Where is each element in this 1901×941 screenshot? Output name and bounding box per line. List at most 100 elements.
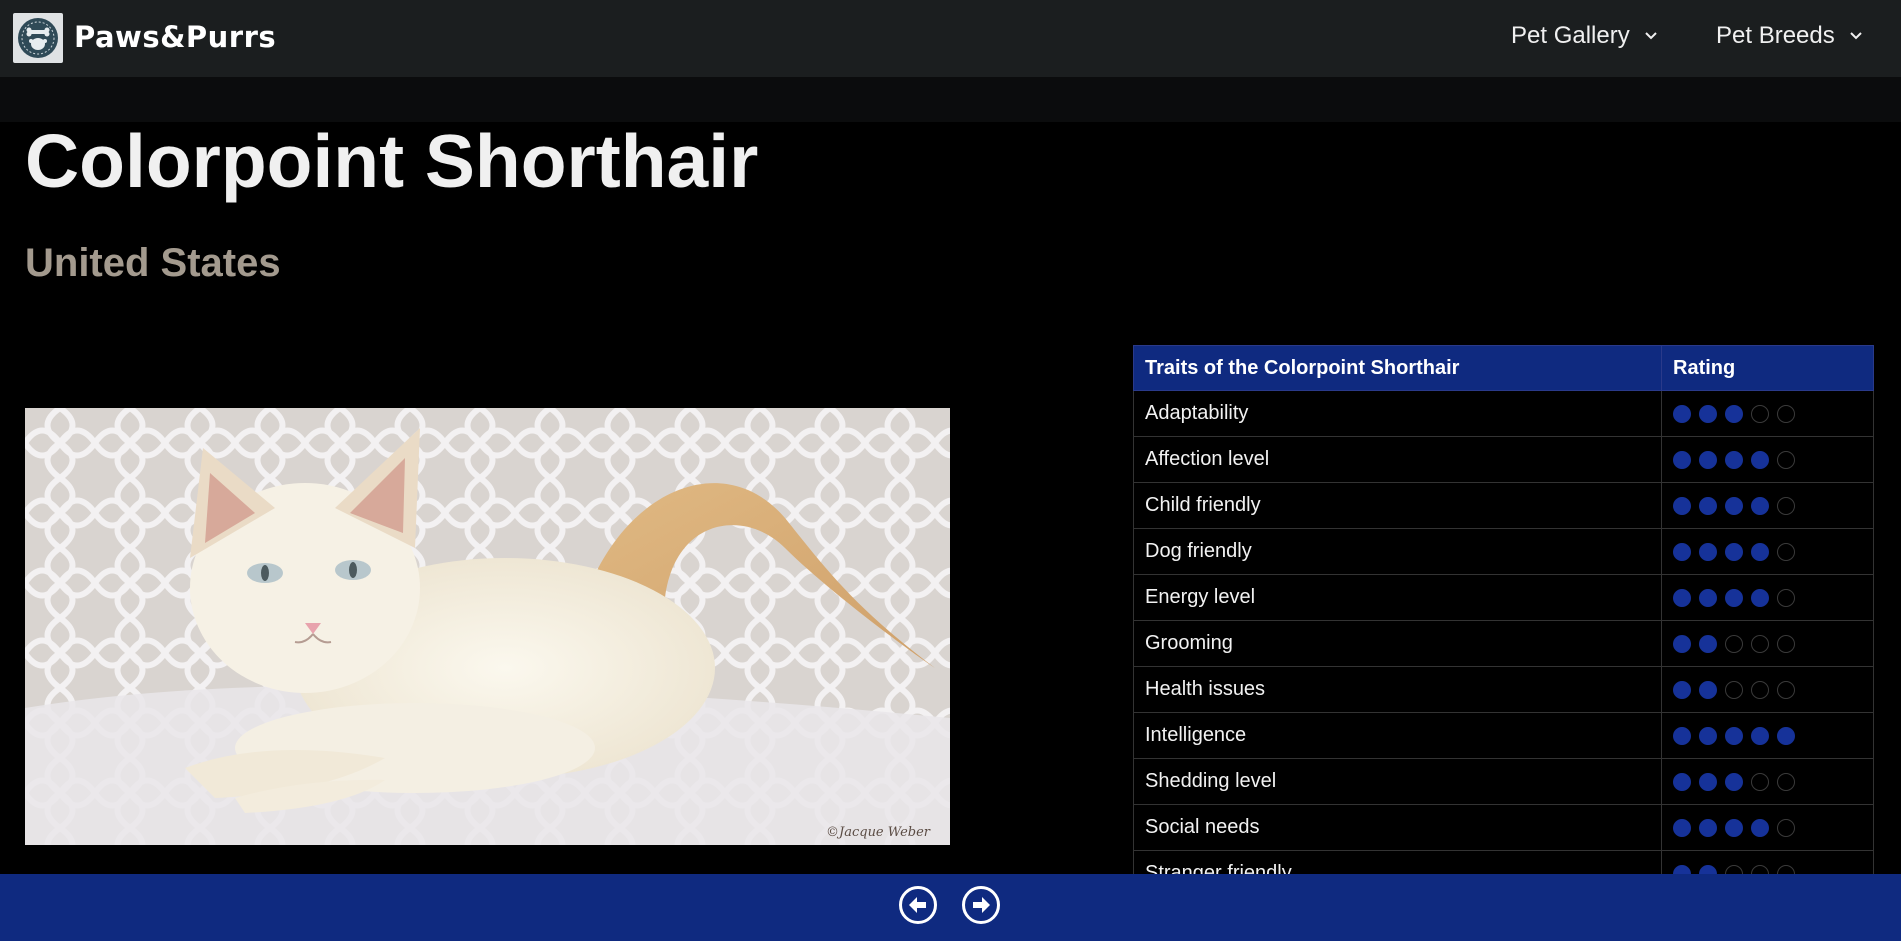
rating-dot-filled [1725, 588, 1743, 607]
menu-pet-breeds-label: Pet Breeds [1716, 22, 1835, 49]
rating-dot-empty [1751, 772, 1769, 791]
rating-dots [1673, 680, 1862, 699]
rating-dot-filled [1673, 634, 1691, 653]
rating-dot-empty [1777, 680, 1795, 699]
rating-dot-empty [1777, 542, 1795, 561]
rating-dot-filled [1673, 818, 1691, 837]
rating-dot-filled [1751, 496, 1769, 515]
rating-dot-filled [1673, 680, 1691, 699]
rating-dot-filled [1699, 726, 1717, 745]
rating-dot-filled [1673, 772, 1691, 791]
traits-table: Traits of the Colorpoint Shorthair Ratin… [1133, 345, 1874, 897]
trait-rating [1661, 758, 1874, 805]
rating-dot-filled [1725, 542, 1743, 561]
photo-credit: ©Jacque Weber [826, 825, 931, 840]
page-title: Colorpoint Shorthair [25, 119, 759, 203]
rating-dot-filled [1699, 496, 1717, 515]
rating-dot-filled [1725, 772, 1743, 791]
next-button[interactable] [962, 886, 1000, 924]
arrow-left-circle-icon [909, 897, 926, 913]
rating-dot-empty [1777, 588, 1795, 607]
rating-dot-filled [1673, 450, 1691, 469]
rating-dot-filled [1725, 450, 1743, 469]
rating-dot-empty [1751, 680, 1769, 699]
breed-origin: United States [25, 241, 281, 285]
menu-pet-gallery-label: Pet Gallery [1511, 22, 1630, 49]
rating-dot-filled [1699, 588, 1717, 607]
trait-name: Social needs [1133, 804, 1662, 851]
rating-dots [1673, 496, 1862, 515]
trait-name: Health issues [1133, 666, 1662, 713]
rating-dots [1673, 634, 1862, 653]
arrow-right-circle-icon [973, 897, 990, 913]
rating-dot-filled [1673, 726, 1691, 745]
rating-dots [1673, 404, 1862, 423]
trait-rating [1661, 436, 1874, 483]
traits-column-header: Traits of the Colorpoint Shorthair [1133, 345, 1662, 391]
rating-dot-empty [1777, 772, 1795, 791]
chevron-down-icon [1849, 31, 1863, 41]
rating-column-header: Rating [1661, 345, 1874, 391]
sub-header-bar [0, 77, 1901, 122]
rating-dot-filled [1673, 542, 1691, 561]
rating-dot-filled [1673, 496, 1691, 515]
logo[interactable] [13, 13, 63, 63]
rating-dot-filled [1751, 542, 1769, 561]
chevron-down-icon [1644, 31, 1658, 41]
table-row: Affection level [1133, 436, 1874, 483]
rating-dot-filled [1751, 588, 1769, 607]
trait-name: Child friendly [1133, 482, 1662, 529]
previous-button[interactable] [899, 886, 937, 924]
rating-dot-filled [1699, 634, 1717, 653]
traits-table-header: Traits of the Colorpoint Shorthair Ratin… [1133, 345, 1874, 391]
trait-name: Affection level [1133, 436, 1662, 483]
table-row: Adaptability [1133, 390, 1874, 437]
table-row: Intelligence [1133, 712, 1874, 759]
rating-dot-filled [1673, 404, 1691, 423]
rating-dot-empty [1777, 450, 1795, 469]
rating-dot-filled [1751, 726, 1769, 745]
table-row: Dog friendly [1133, 528, 1874, 575]
rating-dot-empty [1777, 634, 1795, 653]
rating-dot-filled [1699, 818, 1717, 837]
table-row: Shedding level [1133, 758, 1874, 805]
paw-logo-icon [18, 18, 58, 58]
table-row: Energy level [1133, 574, 1874, 621]
table-row: Health issues [1133, 666, 1874, 713]
rating-dots [1673, 450, 1862, 469]
breed-photo: ©Jacque Weber [25, 408, 950, 845]
rating-dot-filled [1699, 450, 1717, 469]
rating-dot-empty [1751, 404, 1769, 423]
navbar: Paws&Purrs Pet Gallery Pet Breeds [0, 0, 1901, 77]
rating-dot-filled [1673, 588, 1691, 607]
rating-dot-filled [1699, 404, 1717, 423]
rating-dot-filled [1699, 772, 1717, 791]
trait-name: Intelligence [1133, 712, 1662, 759]
rating-dot-filled [1751, 450, 1769, 469]
footer-bar [0, 874, 1901, 941]
rating-dot-empty [1725, 680, 1743, 699]
trait-rating [1661, 666, 1874, 713]
rating-dots [1673, 772, 1862, 791]
trait-rating [1661, 620, 1874, 667]
trait-name: Shedding level [1133, 758, 1662, 805]
rating-dot-empty [1751, 634, 1769, 653]
rating-dot-filled [1725, 496, 1743, 515]
trait-name: Adaptability [1133, 390, 1662, 437]
rating-dots [1673, 726, 1862, 745]
menu-pet-gallery[interactable]: Pet Gallery [1511, 22, 1658, 50]
menu-pet-breeds[interactable]: Pet Breeds [1716, 22, 1863, 50]
rating-dot-filled [1725, 726, 1743, 745]
brand-name[interactable]: Paws&Purrs [74, 20, 276, 54]
trait-name: Dog friendly [1133, 528, 1662, 575]
trait-name: Energy level [1133, 574, 1662, 621]
trait-rating [1661, 528, 1874, 575]
trait-rating [1661, 804, 1874, 851]
trait-name: Grooming [1133, 620, 1662, 667]
rating-dots [1673, 542, 1862, 561]
rating-dots [1673, 588, 1862, 607]
rating-dot-filled [1725, 404, 1743, 423]
table-row: Social needs [1133, 804, 1874, 851]
trait-rating [1661, 574, 1874, 621]
table-row: Grooming [1133, 620, 1874, 667]
